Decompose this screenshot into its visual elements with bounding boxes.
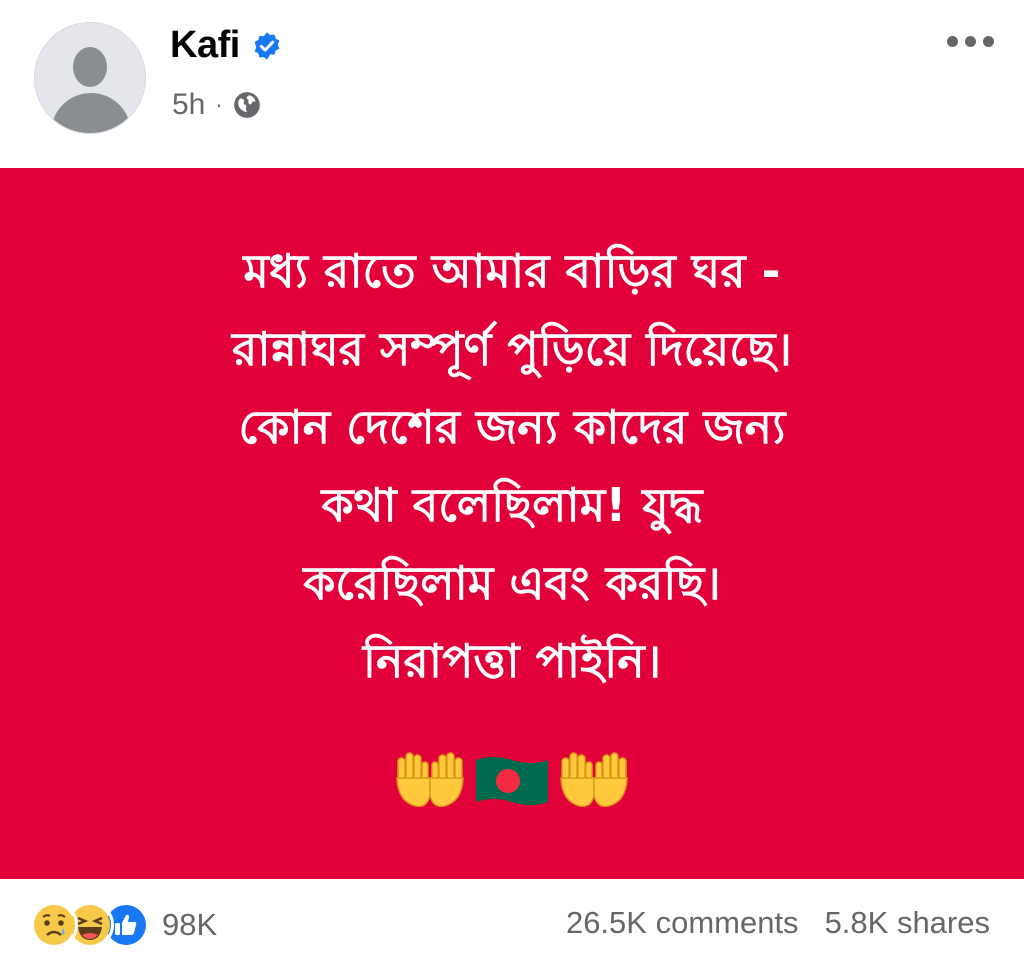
- menu-dot: [965, 36, 976, 47]
- avatar[interactable]: [34, 22, 146, 134]
- post-line: কথা বলেছিলাম! যুদ্ধ: [321, 478, 703, 532]
- engagement-stats: 26.5K comments 5.8K shares: [566, 905, 990, 941]
- open-hands-icon: [560, 752, 628, 807]
- post-line: নিরাপত্তা পাইনি।: [362, 634, 662, 688]
- post-line: রান্নাঘর সম্পূর্ণ পুড়িয়ে দিয়েছে।: [231, 322, 793, 376]
- post-text: মধ্য রাতে আমার বাড়ির ঘর - রান্নাঘর সম্প…: [60, 232, 964, 700]
- post-footer: 98K 26.5K comments 5.8K shares: [0, 879, 1024, 956]
- globe-icon: [233, 92, 260, 118]
- author-row: Kafi: [170, 24, 282, 67]
- post-line: কোন দেশের জন্য কাদের জন্য: [238, 400, 786, 454]
- reactions-summary[interactable]: 98K: [30, 901, 217, 949]
- avatar-body: [51, 93, 131, 133]
- more-options-icon[interactable]: [947, 36, 994, 47]
- open-hands-icon: [396, 752, 464, 807]
- menu-dot: [947, 36, 958, 47]
- post-header: Kafi 5h ·: [0, 0, 1024, 168]
- menu-dot: [983, 36, 994, 47]
- reaction-count[interactable]: 98K: [162, 907, 217, 943]
- shares-count[interactable]: 5.8K shares: [825, 905, 990, 941]
- bangladesh-flag-icon: [476, 757, 548, 805]
- verified-badge-icon: [254, 31, 280, 60]
- comments-count[interactable]: 26.5K comments: [566, 905, 799, 941]
- sad-reaction-icon: [30, 901, 78, 949]
- emoji-row: [0, 750, 1024, 810]
- avatar-head: [73, 47, 107, 87]
- separator-dot: ·: [215, 92, 223, 117]
- post-meta: 5h ·: [172, 88, 261, 122]
- post-line: করেছিলাম এবং করছি।: [303, 556, 721, 610]
- post-text-card[interactable]: মধ্য রাতে আমার বাড়ির ঘর - রান্নাঘর সম্প…: [0, 168, 1024, 879]
- post-time[interactable]: 5h: [172, 88, 205, 122]
- post-line: মধ্য রাতে আমার বাড়ির ঘর -: [243, 244, 781, 298]
- author-name[interactable]: Kafi: [170, 24, 240, 67]
